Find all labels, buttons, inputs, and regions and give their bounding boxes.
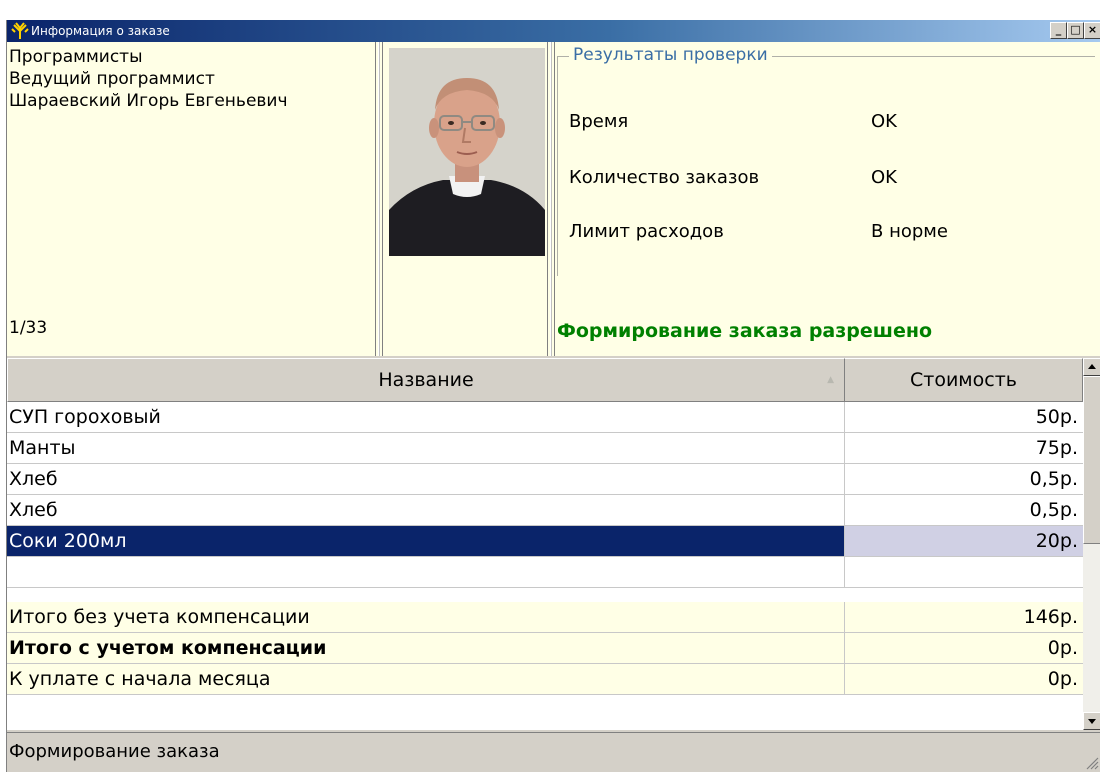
arrow-up-icon: [1088, 364, 1096, 369]
panel-divider[interactable]: [375, 42, 383, 356]
window-title: Информация о заказе: [31, 24, 170, 38]
order-table: Название ▲ Стоимость СУП гороховый 50р. …: [7, 358, 1083, 730]
resize-grip-icon[interactable]: [1085, 756, 1099, 770]
total-name-cell: К уплате с начала месяца: [7, 664, 845, 694]
table-scrollbar[interactable]: [1083, 358, 1100, 730]
check-value-orders: OK: [871, 167, 897, 188]
check-label-time: Время: [569, 111, 629, 132]
item-cost-cell: 0,5р.: [1029, 499, 1078, 521]
tree-app-icon: [11, 22, 29, 39]
employee-counter: 1/33: [9, 318, 48, 338]
order-allowed-status: Формирование заказа разрешено: [557, 320, 933, 342]
scroll-thumb[interactable]: [1083, 376, 1100, 544]
item-name-cell: Соки 200мл: [7, 526, 845, 556]
item-name-cell: СУП гороховый: [7, 402, 845, 432]
item-cost-cell: 50р.: [1035, 406, 1078, 428]
employee-photo: [389, 48, 545, 256]
total-row[interactable]: Итого с учетом компенсации 0р.: [7, 633, 1083, 664]
employee-name-label: Шараевский Игорь Евгеньевич: [9, 91, 288, 111]
total-row[interactable]: Итого без учета компенсации 146р.: [7, 602, 1083, 633]
check-label-limit: Лимит расходов: [569, 221, 724, 242]
total-cost-cell: 146р.: [1023, 606, 1078, 628]
table-row[interactable]: Манты 75р.: [7, 433, 1083, 464]
total-cost-cell: 0р.: [1047, 668, 1078, 690]
department-label: Программисты: [9, 47, 143, 67]
column-header-cost[interactable]: Стоимость: [845, 358, 1083, 402]
close-button[interactable]: ×: [1084, 22, 1100, 39]
check-value-time: OK: [871, 111, 897, 132]
sort-asc-icon: ▲: [827, 375, 834, 385]
total-cost-cell: 0р.: [1047, 637, 1078, 659]
item-name-cell: Манты: [7, 433, 845, 463]
maximize-button[interactable]: □: [1067, 22, 1084, 39]
item-cost-cell: [845, 557, 1083, 587]
scroll-down-button[interactable]: [1083, 712, 1100, 730]
title-bar[interactable]: Информация о заказе _ □ ×: [7, 20, 1100, 42]
check-label-orders: Количество заказов: [569, 167, 760, 188]
table-row-selected[interactable]: Соки 200мл 20р.: [7, 526, 1083, 557]
item-cost-cell: 75р.: [1035, 437, 1078, 459]
table-row-empty[interactable]: [7, 557, 1083, 588]
table-row[interactable]: Хлеб 0,5р.: [7, 495, 1083, 526]
total-row[interactable]: К уплате с начала месяца 0р.: [7, 664, 1083, 695]
table-row[interactable]: Хлеб 0,5р.: [7, 464, 1083, 495]
position-label: Ведущий программист: [9, 69, 215, 89]
item-name-cell: Хлеб: [7, 464, 845, 494]
check-value-limit: В норме: [871, 221, 948, 242]
arrow-down-icon: [1088, 719, 1096, 724]
minimize-button[interactable]: _: [1050, 22, 1067, 39]
item-name-cell: [7, 557, 845, 587]
column-header-name-label: Название: [378, 369, 474, 391]
item-cost-cell: 20р.: [845, 526, 1083, 556]
scroll-up-button[interactable]: [1083, 358, 1100, 376]
table-row[interactable]: СУП гороховый 50р.: [7, 402, 1083, 433]
order-info-window: Информация о заказе _ □ × Программисты В…: [6, 20, 1100, 772]
total-name-cell: Итого с учетом компенсации: [7, 633, 845, 663]
column-header-name[interactable]: Название ▲: [7, 358, 845, 402]
check-results-title: Результаты проверки: [569, 44, 772, 66]
item-name-cell: Хлеб: [7, 495, 845, 525]
status-bar: Формирование заказа: [7, 732, 1100, 772]
status-text: Формирование заказа: [9, 741, 220, 762]
panel-divider[interactable]: [547, 42, 555, 356]
total-name-cell: Итого без учета компенсации: [7, 602, 845, 632]
item-cost-cell: 0,5р.: [1029, 468, 1078, 490]
employee-info-panel: Программисты Ведущий программист Шараевс…: [7, 42, 1100, 356]
